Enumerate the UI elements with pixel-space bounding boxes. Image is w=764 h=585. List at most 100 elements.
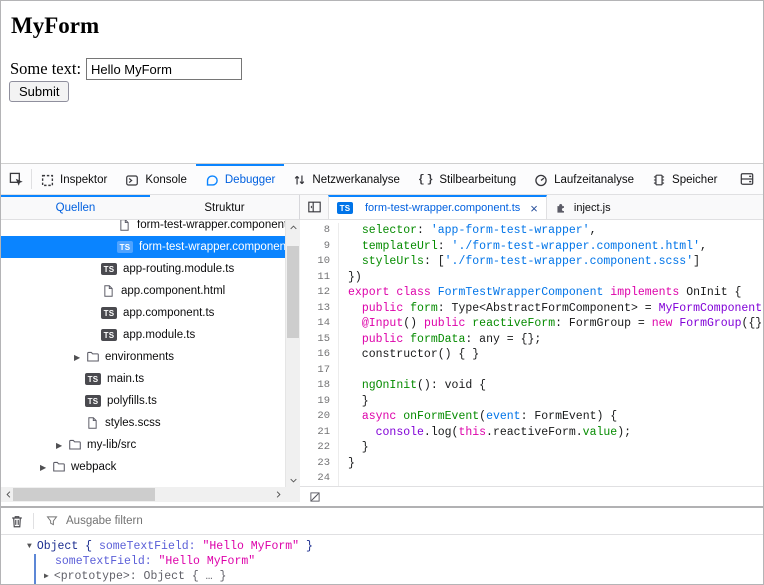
console-token: someTextField:: [99, 539, 203, 554]
devtools-tab-netzwerkanalyse[interactable]: Netzwerkanalyse: [284, 164, 409, 194]
tree-horizontal-scrollbar[interactable]: [1, 487, 285, 502]
panel-tab-quellen[interactable]: Quellen: [1, 195, 150, 219]
scroll-up-icon[interactable]: [286, 220, 300, 234]
console-token: "Hello MyForm": [202, 539, 299, 554]
tree-item[interactable]: ▶environments: [1, 346, 285, 368]
tree-vertical-scrollbar[interactable]: [285, 220, 300, 487]
chevron-right-icon[interactable]: ▶: [56, 441, 68, 450]
code-line: 13 public form: Type<AbstractFormCompone…: [300, 301, 763, 317]
console-panel: ▼Object { someTextField: "Hello MyForm" …: [1, 506, 763, 584]
devtools-tab-stilbearbeitung[interactable]: { }Stilbearbeitung: [409, 164, 525, 194]
line-number[interactable]: 17: [300, 363, 339, 379]
typescript-badge-icon: TS: [337, 202, 353, 214]
code-line: 17: [300, 363, 763, 379]
source-tab-label: inject.js: [574, 202, 611, 214]
scrollbar-thumb[interactable]: [287, 246, 299, 338]
collapse-sidebar-icon[interactable]: [300, 195, 328, 219]
line-number[interactable]: 18: [300, 378, 339, 394]
scrollbar-thumb[interactable]: [13, 488, 155, 501]
code-text: [339, 363, 348, 379]
dock-icon[interactable]: [731, 164, 763, 194]
line-number[interactable]: 21: [300, 425, 339, 441]
file-icon: [86, 416, 100, 430]
line-number[interactable]: 15: [300, 332, 339, 348]
tree-item[interactable]: ▶webpack: [1, 456, 285, 478]
line-number[interactable]: 19: [300, 394, 339, 410]
typescript-badge-icon: TS: [85, 395, 101, 407]
devtools-tab-label: Laufzeitanalyse: [554, 174, 634, 186]
code-text: public formData: any = {};: [339, 332, 541, 348]
tree-item[interactable]: TSapp.module.ts: [1, 324, 285, 346]
console-log-row[interactable]: someTextField: "Hello MyForm": [36, 554, 763, 569]
devtools-tab-debugger[interactable]: Debugger: [196, 164, 285, 194]
code-text: }: [339, 456, 355, 472]
devtools-tab-konsole[interactable]: Konsole: [116, 164, 196, 194]
scroll-down-icon[interactable]: [286, 473, 300, 487]
console-log-row[interactable]: ▶<prototype>: Object { … }: [36, 569, 763, 584]
tree-item[interactable]: styles.scss: [1, 412, 285, 434]
tree-item-label: form-test-wrapper.component.html: [137, 220, 285, 231]
code-line: 23}: [300, 456, 763, 472]
line-number[interactable]: 11: [300, 270, 339, 286]
line-number[interactable]: 22: [300, 440, 339, 456]
line-number[interactable]: 23: [300, 456, 339, 472]
devtools-tab-inspektor[interactable]: Inspektor: [32, 164, 116, 194]
line-number[interactable]: 16: [300, 347, 339, 363]
tree-item-label: app.component.ts: [123, 307, 214, 319]
line-number[interactable]: 8: [300, 223, 339, 239]
tree-item[interactable]: TS polyfills.ts: [1, 390, 285, 412]
some-text-input[interactable]: [86, 58, 242, 80]
code-text: public form: Type<AbstractFormComponent>…: [339, 301, 763, 317]
chevron-right-icon[interactable]: ▶: [74, 353, 86, 362]
line-number[interactable]: 20: [300, 409, 339, 425]
source-tab[interactable]: TSform-test-wrapper.component.ts×: [328, 195, 547, 219]
console-token: Object {: [37, 539, 99, 554]
console-filter-input[interactable]: [64, 514, 368, 528]
network-icon: [293, 173, 306, 187]
code-text: styleUrls: ['./form-test-wrapper.compone…: [339, 254, 700, 270]
console-output: ▼Object { someTextField: "Hello MyForm" …: [1, 535, 763, 584]
close-icon[interactable]: ×: [530, 202, 538, 215]
devtools-tab-speicher[interactable]: Speicher: [643, 164, 726, 194]
line-number[interactable]: 24: [300, 471, 339, 487]
chevron-down-icon[interactable]: ▼: [27, 539, 32, 554]
scroll-right-icon[interactable]: [271, 487, 285, 502]
tree-item[interactable]: ▶my-lib/src: [1, 434, 285, 456]
chevron-right-icon[interactable]: ▶: [40, 463, 52, 472]
memory-icon: [652, 173, 666, 187]
line-number[interactable]: 14: [300, 316, 339, 332]
chevron-right-icon[interactable]: ▶: [44, 569, 49, 584]
devtools-tab-laufzeitanalyse[interactable]: Laufzeitanalyse: [525, 164, 643, 194]
tree-item[interactable]: TSform-test-wrapper.component.ts: [1, 236, 285, 258]
folder-icon: [68, 438, 82, 452]
source-tab[interactable]: inject.js: [547, 195, 619, 219]
line-number[interactable]: 9: [300, 239, 339, 255]
source-tabs-bar: TSform-test-wrapper.component.ts× inject.…: [300, 195, 763, 220]
code-line: 19 }: [300, 394, 763, 410]
tree-item-label: polyfills.ts: [107, 395, 157, 407]
tree-item[interactable]: TSapp.component.ts: [1, 302, 285, 324]
line-number[interactable]: 10: [300, 254, 339, 270]
tree-item[interactable]: TSapp-routing.module.ts: [1, 258, 285, 280]
node-picker-icon[interactable]: [1, 164, 31, 194]
console-icon: [125, 174, 139, 187]
sources-panel-tabs: QuellenStruktur: [1, 195, 300, 220]
trash-icon[interactable]: [1, 514, 33, 529]
code-line: 8 selector: 'app-form-test-wrapper',: [300, 223, 763, 239]
line-number[interactable]: 12: [300, 285, 339, 301]
console-toolbar: [1, 508, 763, 535]
tree-item[interactable]: TSmain.ts: [1, 368, 285, 390]
tree-item[interactable]: form-test-wrapper.component.html: [1, 220, 285, 236]
tree-item[interactable]: app.component.html: [1, 280, 285, 302]
submit-button[interactable]: Submit: [9, 81, 69, 102]
devtools-tab-label: Speicher: [672, 174, 717, 186]
tree-item-label: main.ts: [107, 373, 144, 385]
tree-item-label: app.component.html: [121, 285, 225, 297]
panel-tab-struktur[interactable]: Struktur: [150, 195, 299, 219]
folder-icon: [86, 350, 100, 364]
console-log-row[interactable]: ▼Object { someTextField: "Hello MyForm" …: [1, 539, 763, 554]
code-editor[interactable]: 8 selector: 'app-form-test-wrapper',9 te…: [300, 220, 763, 489]
ignore-source-icon[interactable]: [309, 491, 321, 503]
code-text: templateUrl: './form-test-wrapper.compon…: [339, 239, 707, 255]
line-number[interactable]: 13: [300, 301, 339, 317]
